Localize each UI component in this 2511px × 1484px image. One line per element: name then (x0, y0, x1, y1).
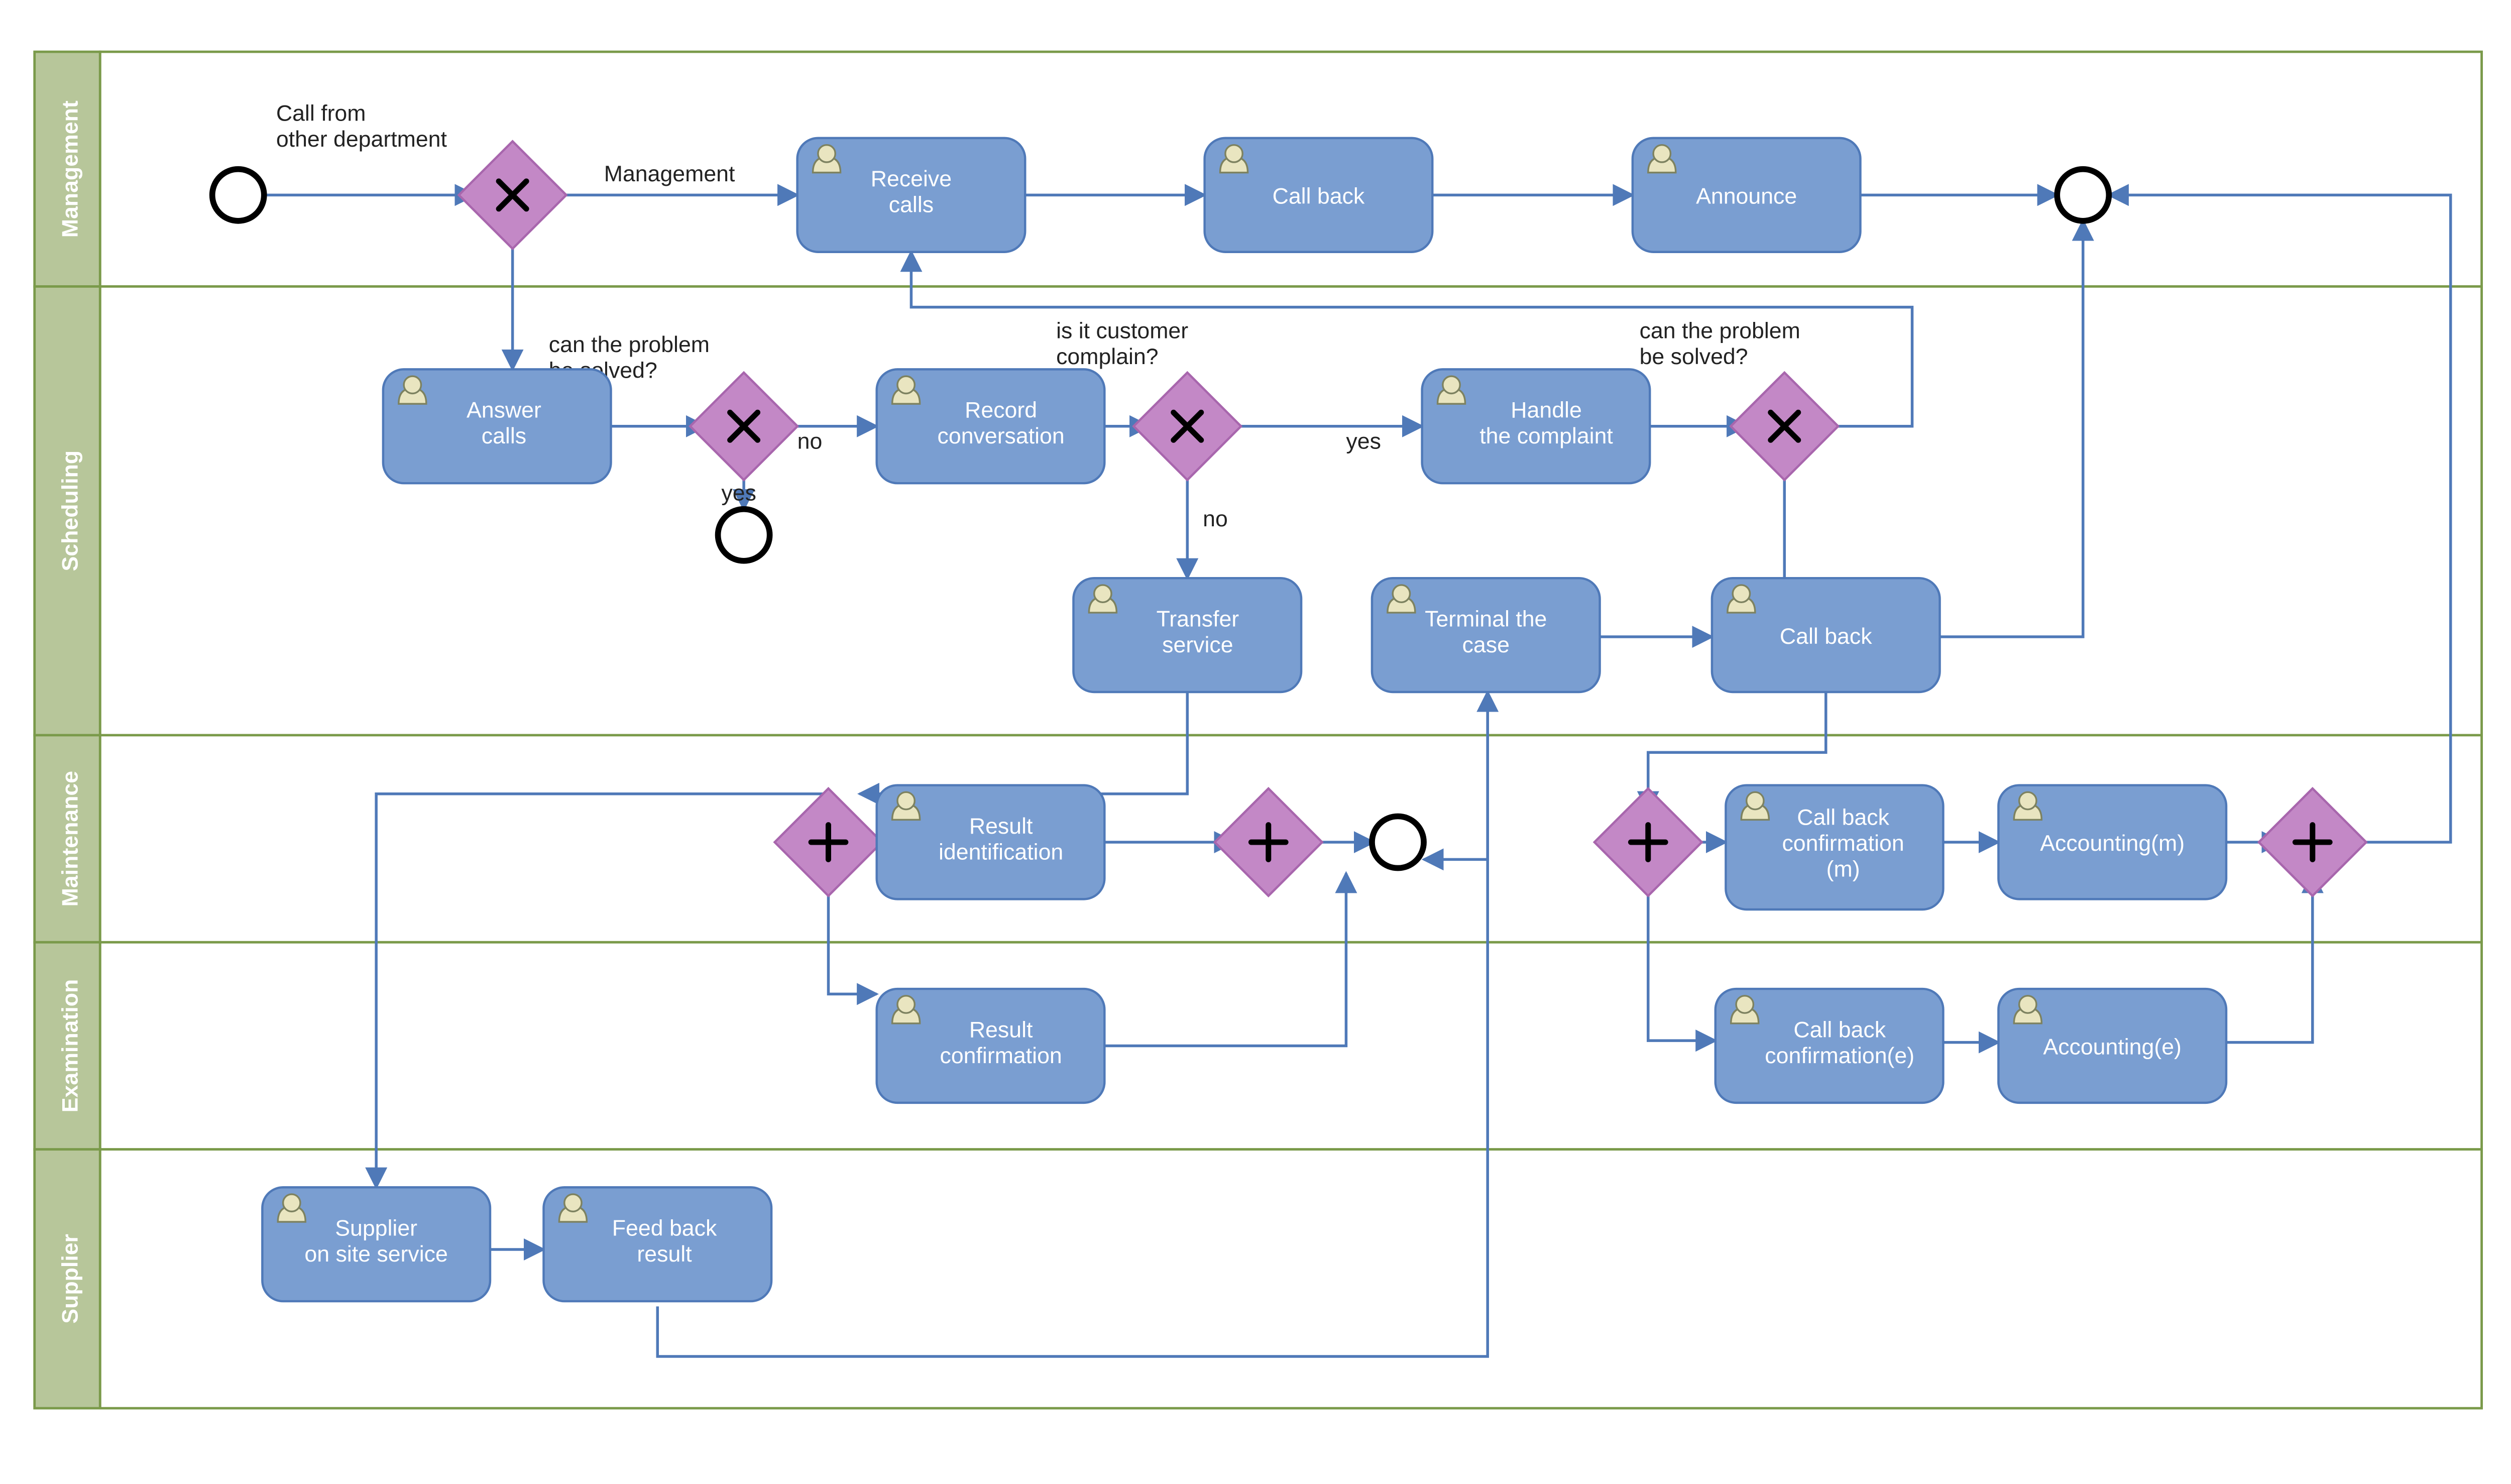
task-result-confirmation: Resultconfirmation (877, 989, 1105, 1103)
task-result-identification: Resultidentification (877, 785, 1105, 899)
lane-scheduling-label: Scheduling (58, 450, 83, 572)
svg-text:Announce: Announce (1696, 184, 1797, 208)
svg-text:Accounting(e): Accounting(e) (2043, 1035, 2182, 1060)
task-call-back-conf-m: Call backconfirmation(m) (1726, 785, 1943, 909)
task-handle-complaint: Handlethe complaint (1422, 369, 1650, 483)
svg-text:Call back: Call back (1780, 624, 1872, 649)
task-answer-calls: Answercalls (383, 369, 611, 483)
task-supplier-on-site: Supplieron site service (262, 1187, 490, 1301)
label-yes-1: yes (721, 481, 756, 506)
task-call-back-sched: Call back (1712, 578, 1940, 692)
label-management-branch: Management (604, 162, 735, 186)
task-call-back-conf-e: Call backconfirmation(e) (1716, 989, 1944, 1103)
label-no-2: no (1203, 507, 1228, 531)
lane-maintenance-label: Maintenance (58, 771, 83, 906)
task-call-back-mgmt: Call back (1205, 138, 1433, 252)
task-record-conversation: Recordconversation (877, 369, 1105, 483)
svg-text:Accounting(m): Accounting(m) (2040, 831, 2185, 856)
lane-management-label: Management (58, 100, 83, 238)
task-accounting-m: Accounting(m) (1998, 785, 2226, 899)
end-event-mgmt (2057, 169, 2109, 221)
task-feed-back-result: Feed backresult (543, 1187, 771, 1301)
lane-examination-label: Examination (58, 979, 83, 1113)
task-transfer-service: Transferservice (1073, 578, 1301, 692)
start-event (212, 169, 264, 221)
bpmn-diagram: Management Scheduling Maintenance Examin… (0, 0, 2511, 1484)
end-event-maint (1372, 816, 1424, 868)
task-terminal-case: Terminal thecase (1372, 578, 1600, 692)
label-yes-2: yes (1346, 429, 1381, 453)
lane-supplier-label: Supplier (58, 1234, 83, 1324)
task-receive-calls: Receivecalls (797, 138, 1025, 252)
svg-text:Call back: Call back (1273, 184, 1365, 208)
task-accounting-e: Accounting(e) (1998, 989, 2226, 1103)
label-no-1: no (797, 429, 823, 453)
end-event-yes (718, 509, 770, 561)
task-announce: Announce (1633, 138, 1861, 252)
